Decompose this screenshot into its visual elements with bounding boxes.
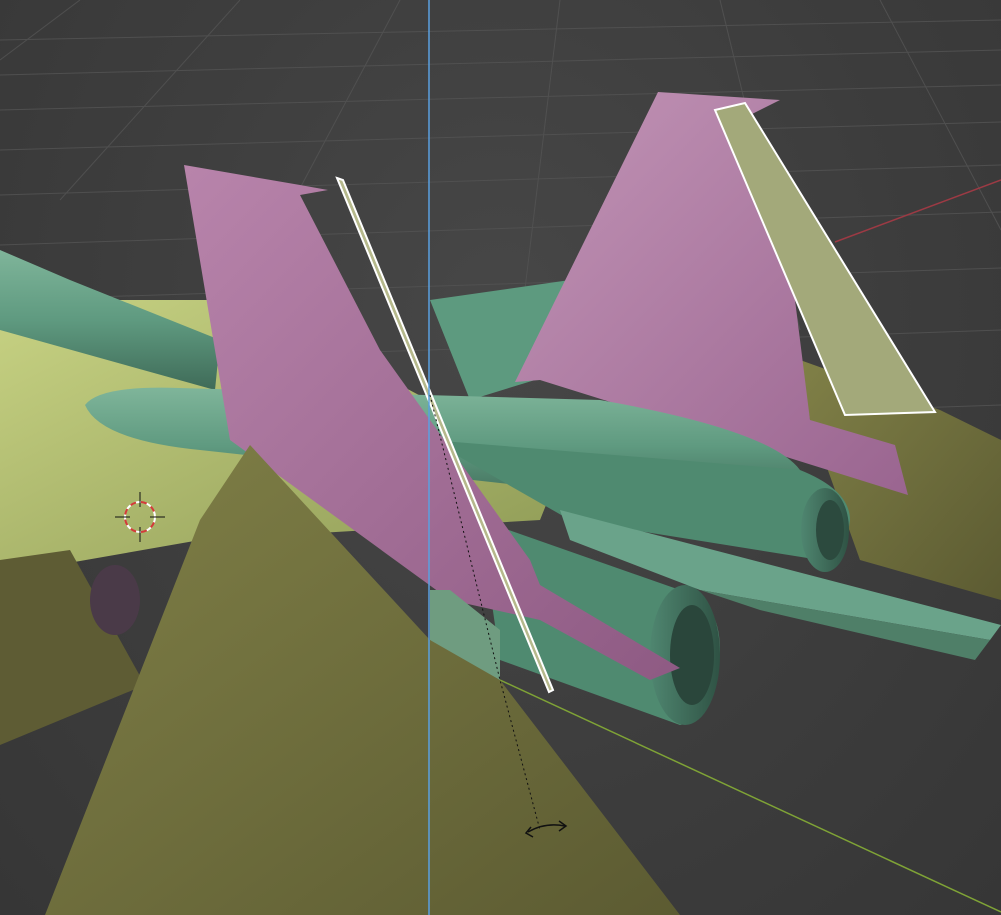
- 3d-viewport[interactable]: [0, 0, 1001, 915]
- left-nozzle-inner: [670, 605, 714, 705]
- right-nozzle-inner: [816, 500, 844, 560]
- landing-gear-wheel: [90, 565, 140, 635]
- x-axis-line: [834, 179, 1001, 243]
